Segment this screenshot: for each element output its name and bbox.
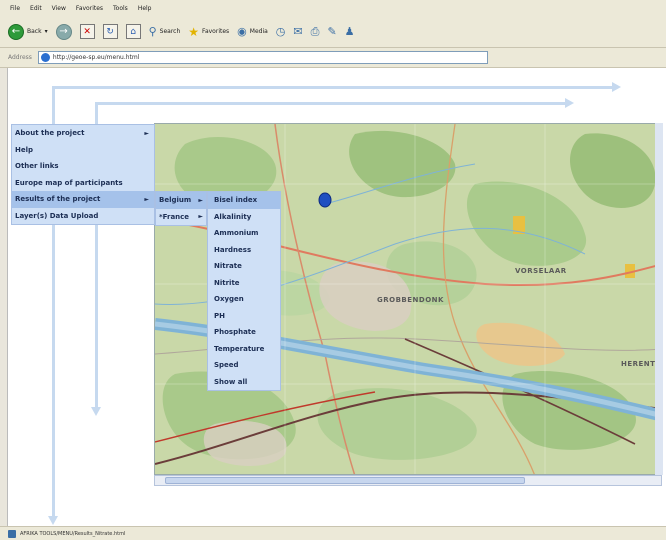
menu-favorites[interactable]: Favorites (76, 5, 103, 12)
param-item-nitrite[interactable]: Nitrite (208, 275, 280, 292)
search-label: Search (159, 28, 181, 35)
submenu-item-france[interactable]: *France ► (156, 209, 206, 226)
back-arrow-icon: ← (8, 23, 24, 40)
back-label: Back (27, 28, 42, 35)
menu-file[interactable]: File (10, 5, 20, 12)
edit-icon[interactable]: ✎ (327, 25, 336, 38)
page-status-icon (8, 529, 16, 538)
arrow-down-icon (91, 407, 101, 416)
menu-item-label: Help (15, 145, 34, 154)
main-menu: About the project ► Help Other links Eur… (11, 124, 155, 225)
submenu-arrow-icon: ► (144, 195, 149, 203)
param-item-nitrate[interactable]: Nitrate (208, 258, 280, 275)
param-item-temperature[interactable]: Temperature (208, 341, 280, 358)
favorites-button[interactable]: ★ Favorites (188, 25, 229, 39)
map-label-grobbendonk: GROBBENDONK (377, 296, 444, 304)
decorative-line (52, 86, 612, 89)
param-item-speed[interactable]: Speed (208, 357, 280, 374)
submenu-arrow-icon: ► (144, 129, 149, 137)
decorative-line (95, 102, 565, 105)
menu-item-about[interactable]: About the project ► (12, 125, 154, 142)
param-item-show-all[interactable]: Show all (208, 374, 280, 391)
home-icon[interactable]: ⌂ (125, 24, 141, 39)
media-label: Media (249, 28, 268, 35)
param-item-ammonium[interactable]: Ammonium (208, 225, 280, 242)
menu-view[interactable]: View (52, 5, 66, 12)
menu-item-data-upload[interactable]: Layer(s) Data Upload (12, 208, 154, 225)
menu-tools[interactable]: Tools (113, 5, 128, 12)
arrow-right-icon (565, 98, 574, 108)
param-item-phosphate[interactable]: Phosphate (208, 324, 280, 341)
menu-item-other-links[interactable]: Other links (12, 158, 154, 175)
star-icon: ★ (188, 24, 200, 39)
submenu-item-label: Belgium (159, 196, 192, 205)
favorites-label: Favorites (202, 28, 230, 35)
media-button[interactable]: ◉ Media (237, 25, 268, 38)
menu-item-label: Results of the project (15, 195, 101, 204)
param-item-ph[interactable]: PH (208, 308, 280, 325)
search-icon: ⚲ (148, 25, 157, 38)
arrow-right-icon (612, 82, 621, 92)
messenger-icon[interactable]: ♟ (345, 25, 355, 38)
menu-item-label: Layer(s) Data Upload (15, 211, 99, 220)
submenu-item-belgium[interactable]: Belgium ► (156, 192, 206, 209)
country-submenu: Belgium ► *France ► (155, 191, 207, 226)
page-icon (40, 53, 50, 62)
menu-item-results[interactable]: Results of the project ► (12, 191, 154, 208)
submenu-item-label: *France (159, 212, 190, 221)
map-label-vorselaar: VORSELAAR (515, 267, 567, 275)
refresh-icon[interactable]: ↻ (102, 24, 118, 39)
print-icon[interactable]: ⎙ (311, 25, 320, 39)
param-item-bisel-index[interactable]: Bisel index (208, 192, 280, 209)
menu-item-help[interactable]: Help (12, 142, 154, 159)
browser-menubar: File Edit View Favorites Tools Help (0, 0, 666, 16)
menu-item-label: About the project (15, 129, 85, 138)
submenu-arrow-icon: ► (198, 196, 203, 204)
map-vertical-scrollbar[interactable] (655, 123, 663, 475)
browser-toolbar: ← Back ▾ → ✕ ↻ ⌂ ⚲ Search ★ Favorites ◉ … (0, 16, 666, 48)
media-icon: ◉ (237, 25, 247, 38)
stop-icon[interactable]: ✕ (79, 24, 95, 39)
map-label-herent: HERENT (621, 360, 656, 368)
search-button[interactable]: ⚲ Search (149, 25, 181, 38)
forward-button[interactable]: → (55, 23, 72, 40)
address-url: http://geoe-sp.eu/menu.html (52, 54, 140, 61)
param-item-hardness[interactable]: Hardness (208, 242, 280, 259)
param-item-oxygen[interactable]: Oxygen (208, 291, 280, 308)
address-bar: Address http://geoe-sp.eu/menu.html (0, 48, 666, 68)
chevron-down-icon[interactable]: ▾ (45, 28, 48, 35)
mail-icon[interactable]: ✉ (293, 25, 302, 38)
parameter-submenu: Bisel index Alkalinity Ammonium Hardness… (207, 191, 281, 391)
status-text: AFRIKA TOOLS/MENU/Results_Nitrate.html (20, 530, 126, 537)
param-item-alkalinity[interactable]: Alkalinity (208, 209, 280, 226)
arrow-down-icon (48, 516, 58, 525)
address-input[interactable]: http://geoe-sp.eu/menu.html (37, 51, 488, 64)
scrollbar-thumb[interactable] (165, 477, 525, 484)
history-icon[interactable]: ◷ (276, 25, 286, 38)
map-horizontal-scrollbar[interactable] (154, 475, 662, 486)
status-bar: AFRIKA TOOLS/MENU/Results_Nitrate.html (0, 526, 666, 540)
menu-item-europe-map[interactable]: Europe map of participants (12, 175, 154, 192)
menu-help[interactable]: Help (138, 5, 152, 12)
menu-edit[interactable]: Edit (30, 5, 42, 12)
menu-item-label: Other links (15, 162, 59, 171)
address-label: Address (8, 54, 32, 61)
submenu-arrow-icon: ► (198, 213, 203, 221)
back-button[interactable]: ← Back ▾ (8, 23, 48, 40)
menu-item-label: Europe map of participants (15, 178, 123, 187)
